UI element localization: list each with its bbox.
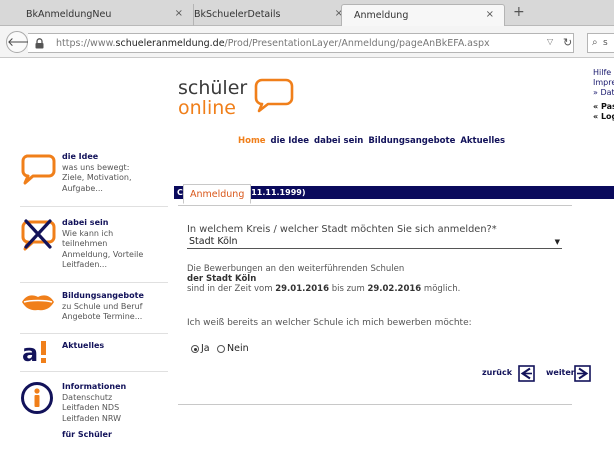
- nav-die-idee[interactable]: die Idee: [271, 136, 310, 146]
- new-tab-button[interactable]: +: [513, 4, 525, 20]
- sidebar-item-line: zu Schule und Beruf: [62, 301, 143, 311]
- sidebar-item-line[interactable]: Leitfaden NDS: [62, 403, 174, 414]
- sidebar-item-title: Informationen: [62, 382, 127, 391]
- main-navigation: Home die Idee dabei sein Bildungsangebot…: [238, 136, 507, 146]
- sidebar-text: für Schüler: [62, 430, 170, 438]
- tab-label: BkAnmeldungNeu: [26, 9, 112, 20]
- nav-home[interactable]: Home: [238, 136, 266, 146]
- back-button[interactable]: 🡐: [6, 31, 39, 53]
- radio-ja[interactable]: [191, 345, 199, 353]
- url-dropdown-icon[interactable]: ▽: [547, 37, 553, 46]
- browser-tab-active[interactable]: Anmeldung ×: [341, 4, 505, 26]
- help-link[interactable]: Hilfe: [593, 68, 614, 78]
- sidebar-item-line[interactable]: Datenschutz: [62, 393, 174, 404]
- sidebar-item-line: was uns bewegt:: [62, 162, 130, 172]
- sidebar-item-line: Ziele, Motivation,: [62, 173, 132, 182]
- sidebar-item-informationen[interactable]: Informationen Datenschutz Leitfaden NDS …: [20, 382, 170, 426]
- search-input[interactable]: ⌕ s: [587, 33, 614, 53]
- info-text: möglich.: [423, 284, 461, 294]
- city-select-value: Stadt Köln: [189, 236, 238, 247]
- lock-icon: [35, 38, 44, 52]
- next-form-label: weiter: [546, 368, 575, 377]
- logo-text-schueler[interactable]: schüler: [178, 77, 247, 99]
- sidebar-item-title: Bildungsangebote: [62, 291, 144, 300]
- sidebar-divider: [20, 371, 168, 372]
- speech-bubble-logo-icon: [254, 78, 294, 117]
- sidebar-text: Informationen Datenschutz Leitfaden NDS …: [62, 382, 174, 424]
- nav-aktuelles[interactable]: Aktuelles: [460, 136, 505, 146]
- sidebar-item-line: Anmeldung, Vorteile: [62, 249, 144, 259]
- imprint-link[interactable]: Impre: [593, 78, 614, 88]
- browser-tab[interactable]: BkAnmeldungNeu ×: [14, 4, 194, 26]
- top-right-links: Hilfe Impre » Dat « Pas « Log: [593, 68, 614, 122]
- sidebar-divider: [20, 282, 168, 283]
- tab-label: Anmeldung: [354, 10, 409, 21]
- sidebar-item-fuer-schueler[interactable]: für Schüler: [20, 430, 170, 442]
- password-link[interactable]: « Pas: [593, 102, 614, 112]
- sidebar-item-title: dabei sein: [62, 218, 109, 227]
- info-date-range: sind in der Zeit vom 29.01.2016 bis zum …: [187, 284, 460, 294]
- tab-anmeldung[interactable]: Anmeldung: [183, 184, 251, 204]
- browser-tab[interactable]: BkSchuelerDetails ×: [182, 4, 354, 26]
- sidebar-item-dabei-sein[interactable]: dabei sein Wie kann ich teilnehmen Anmel…: [20, 218, 170, 280]
- back-form-label: zurück: [482, 368, 513, 377]
- info-text: bis zum: [331, 284, 365, 294]
- sidebar-text: Aktuelles: [62, 341, 174, 352]
- sidebar-text: Bildungsangebote zu Schule und Beruf Ang…: [62, 291, 174, 323]
- date-to: 29.02.2016: [367, 284, 422, 294]
- logo-text-online[interactable]: online: [178, 97, 236, 119]
- crossed-bubble-icon: [20, 218, 56, 255]
- logout-link[interactable]: « Log: [593, 112, 614, 122]
- lips-icon: [20, 291, 56, 316]
- tab-label: BkSchuelerDetails: [194, 9, 281, 20]
- radio-nein[interactable]: [217, 345, 225, 353]
- url-path: /Prod/PresentationLayer/Anmeldung/pageAn…: [224, 38, 490, 49]
- question-schule-label: Ich weiß bereits an welcher Schule ich m…: [187, 318, 472, 328]
- arrow-left-icon: [518, 365, 535, 384]
- speech-bubble-icon: [20, 152, 56, 189]
- search-icon: ⌕: [592, 37, 598, 48]
- radio-ja-label[interactable]: Ja: [201, 343, 210, 354]
- city-select[interactable]: Stadt Köln ▼: [187, 236, 562, 249]
- reload-icon[interactable]: ↻: [563, 36, 572, 49]
- navigation-bar: 🡐 https://www.schueleranmeldung.de/Prod/…: [0, 26, 614, 58]
- url-text: https://www.schueleranmeldung.de/Prod/Pr…: [56, 38, 490, 49]
- sidebar-item-title: die Idee: [62, 152, 99, 161]
- sidebar-item-bildungsangebote[interactable]: Bildungsangebote zu Schule und Beruf Ang…: [20, 291, 170, 331]
- sidebar-item-line: teilnehmen: [62, 239, 108, 248]
- url-prefix: https://www.: [56, 38, 116, 49]
- sidebar-item-title: für Schüler: [62, 430, 112, 438]
- url-bar[interactable]: https://www.schueleranmeldung.de/Prod/Pr…: [28, 33, 574, 53]
- arrow-right-icon: [574, 365, 591, 384]
- radio-nein-label[interactable]: Nein: [227, 343, 249, 354]
- info-city-name: der Stadt Köln: [187, 274, 257, 284]
- browser-tab-strip: BkAnmeldungNeu × BkSchuelerDetails × Anm…: [0, 0, 614, 26]
- sidebar-divider: [20, 333, 168, 334]
- sidebar-item-line[interactable]: Leitfaden NRW: [62, 414, 174, 425]
- nav-dabei-sein[interactable]: dabei sein: [314, 136, 363, 146]
- sidebar-item-line: Aufgabe...: [62, 183, 103, 193]
- sidebar-item-line: Wie kann ich: [62, 228, 114, 238]
- info-text-line: Die Bewerbungen an den weiterführenden S…: [187, 264, 405, 274]
- info-text: sind in der Zeit vom: [187, 284, 273, 294]
- nav-bildungsangebote[interactable]: Bildungsangebote: [368, 136, 455, 146]
- date-from: 29.01.2016: [275, 284, 329, 294]
- info-icon: [20, 381, 54, 418]
- sidebar-text: die Idee was uns bewegt: Ziele, Motivati…: [62, 152, 174, 194]
- sidebar-item-line: Leitfaden...: [62, 260, 108, 269]
- sidebar-divider: [20, 206, 168, 207]
- sidebar-item-line: Angebote Termine...: [62, 312, 143, 321]
- sidebar-item-title: Aktuelles: [62, 341, 105, 350]
- question-kreis-label: In welchem Kreis / welcher Stadt möchten…: [187, 224, 497, 235]
- chevron-down-icon: ▼: [554, 238, 560, 246]
- svg-text:a: a: [22, 339, 38, 365]
- url-domain: schueleranmeldung.de: [115, 38, 225, 49]
- sidebar-item-die-idee[interactable]: die Idee was uns bewegt: Ziele, Motivati…: [20, 152, 170, 204]
- a-exclamation-icon: a: [20, 339, 56, 368]
- close-icon[interactable]: ×: [486, 9, 494, 20]
- search-placeholder: s: [603, 38, 608, 48]
- sidebar-text: dabei sein Wie kann ich teilnehmen Anmel…: [62, 218, 174, 271]
- sidebar-item-aktuelles[interactable]: a Aktuelles: [20, 339, 170, 369]
- privacy-link[interactable]: » Dat: [593, 88, 614, 98]
